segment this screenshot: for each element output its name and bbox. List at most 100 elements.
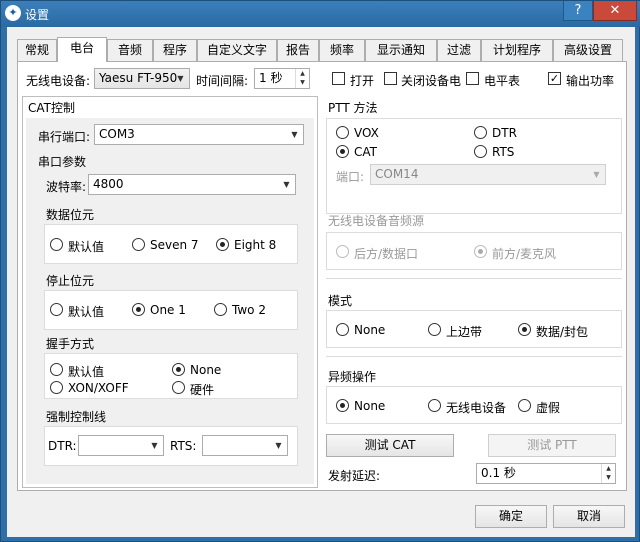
close-device-label: 关闭设备电 [401,74,462,88]
interval-label: 时间间隔: [196,74,249,88]
ptt-dtr-radio[interactable] [474,126,487,139]
separator [326,278,622,279]
dtr-label: DTR: [48,439,77,453]
split-none-label: None [354,399,386,413]
databits-seven-radio[interactable] [132,238,145,251]
split-fake-label: 虚假 [536,401,561,415]
handshake-hardware-label: 硬件 [190,383,215,397]
tab-frequency[interactable]: 频率 [319,39,365,61]
tab-audio[interactable]: 音频 [107,39,153,61]
baud-select[interactable]: 4800 ▼ [88,174,296,195]
spinner-buttons[interactable]: ▲ ▼ [295,69,309,88]
radio-device-label: 无线电设备: [26,74,91,88]
radio-device-select[interactable]: Yaesu FT-950 ▼ [94,68,190,89]
mode-usb-label: 上边带 [446,325,483,339]
tx-delay-spinner[interactable]: 0.1 秒 ▲ ▼ [476,463,616,484]
tab-general[interactable]: 常规 [17,39,57,61]
ptt-port-label: 端口: [336,170,365,184]
test-cat-button[interactable]: 测试 CAT [326,434,454,457]
split-rig-radio[interactable] [428,399,441,412]
dtr-select[interactable]: ▼ [78,435,164,456]
baud-label: 波特率: [46,180,87,194]
tab-radio[interactable]: 电台 [57,37,107,62]
mode-data-radio[interactable] [518,323,531,336]
ok-button[interactable]: 确定 [475,505,547,528]
arrow-up-icon[interactable]: ▲ [296,69,309,78]
tab-filter[interactable]: 过滤 [437,39,481,61]
handshake-default-radio[interactable] [50,363,63,376]
mode-usb-radio[interactable] [428,323,441,336]
audio-front-label: 前方/麦克风 [492,247,557,261]
chevron-down-icon: ▼ [177,74,184,83]
split-none-radio[interactable] [336,399,349,412]
handshake-hardware-radio[interactable] [172,381,185,394]
output-power-checkbox[interactable]: ✓ [548,72,561,85]
handshake-none-label: None [190,363,222,377]
meter-checkbox[interactable] [466,72,479,85]
handshake-xonxoff-label: XON/XOFF [68,381,129,395]
ptt-port-select[interactable]: COM14 ▼ [370,164,606,185]
ptt-cat-label: CAT [354,145,377,159]
mode-none-radio[interactable] [336,323,349,336]
baud-value: 4800 [93,177,124,191]
tab-notifications[interactable]: 显示通知 [365,39,437,61]
chevron-down-icon: ▼ [291,130,298,139]
serial-port-label: 串行端口: [38,130,91,144]
ptt-vox-radio[interactable] [336,126,349,139]
arrow-up-icon[interactable]: ▲ [602,464,615,473]
tab-programs[interactable]: 程序 [153,39,197,61]
stopbits-default-radio[interactable] [50,303,63,316]
audio-source-title: 无线电设备音频源 [328,214,425,228]
stopbits-two-radio[interactable] [214,303,227,316]
audio-rear-radio[interactable] [336,245,349,258]
audio-front-radio[interactable] [474,245,487,258]
stopbits-one-radio[interactable] [132,303,145,316]
app-icon: ✦ [5,5,21,21]
chevron-down-icon: ▼ [151,441,158,450]
serial-port-select[interactable]: COM3 ▼ [94,124,304,145]
close-button[interactable]: ✕ [593,1,637,21]
tx-delay-label: 发射延迟: [328,469,381,483]
open-label: 打开 [350,74,375,88]
close-device-checkbox[interactable] [384,72,397,85]
open-checkbox[interactable] [332,72,345,85]
databits-eight-radio[interactable] [216,238,229,251]
test-ptt-button[interactable]: 测试 PTT [488,434,616,457]
ptt-dtr-label: DTR [492,126,517,140]
split-rig-label: 无线电设备 [446,401,507,415]
title-bar[interactable]: ✦ 设置 ? ✕ [1,1,640,27]
serial-params-title: 串口参数 [38,155,87,169]
handshake-none-radio[interactable] [172,363,185,376]
ptt-rts-radio[interactable] [474,145,487,158]
rts-select[interactable]: ▼ [202,435,288,456]
help-button[interactable]: ? [563,1,593,21]
cancel-button[interactable]: 取消 [553,505,625,528]
rts-label: RTS: [170,439,197,453]
chevron-down-icon: ▼ [275,441,282,450]
stopbits-two-label: Two 2 [232,303,266,317]
tab-custom-text[interactable]: 自定义文字 [197,39,277,61]
separator [326,356,622,357]
arrow-down-icon[interactable]: ▼ [296,78,309,87]
databits-default-radio[interactable] [50,238,63,251]
ptt-cat-radio[interactable] [336,145,349,158]
window-title: 设置 [25,8,50,22]
interval-value: 1 秒 [259,71,283,85]
interval-spinner[interactable]: 1 秒 ▲ ▼ [254,68,310,89]
mode-none-label: None [354,323,386,337]
split-fake-radio[interactable] [518,399,531,412]
ptt-vox-label: VOX [354,126,379,140]
meter-label: 电平表 [484,74,521,88]
tab-scheduler[interactable]: 计划程序 [481,39,553,61]
handshake-xonxoff-radio[interactable] [50,381,63,394]
tab-panel-radio: 无线电设备: Yaesu FT-950 ▼ 时间间隔: 1 秒 ▲ ▼ 打开 关… [17,61,627,491]
ptt-title: PTT 方法 [328,101,378,115]
settings-window: ✦ 设置 ? ✕ 常规 电台 音频 程序 自定义文字 报告 频率 显示通知 过滤… [0,0,640,542]
arrow-down-icon[interactable]: ▼ [602,473,615,482]
tab-report[interactable]: 报告 [277,39,319,61]
radio-device-value: Yaesu FT-950 [99,71,178,85]
spinner-buttons[interactable]: ▲ ▼ [601,464,615,483]
serial-port-value: COM3 [99,127,135,141]
ptt-port-value: COM14 [375,167,419,181]
tab-advanced[interactable]: 高级设置 [553,39,623,61]
